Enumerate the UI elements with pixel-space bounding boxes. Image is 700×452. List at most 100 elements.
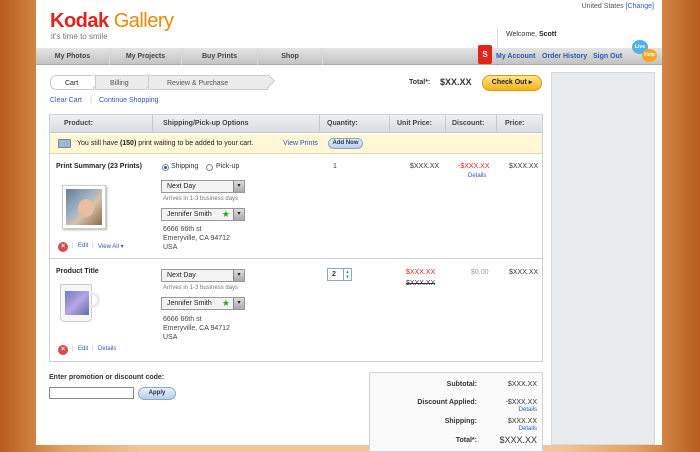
right-sidebar xyxy=(551,72,655,445)
shipping-speed-value: Next Day xyxy=(167,272,196,279)
shopping-badge-icon[interactable]: S xyxy=(478,45,492,64)
notice-text: You still have (150) print waiting to be… xyxy=(77,140,253,147)
subtotal-label: Subtotal: xyxy=(446,381,477,388)
col-discount: Discount: xyxy=(452,120,485,127)
mug-handle xyxy=(90,292,100,308)
mug-body xyxy=(60,284,92,322)
shipping-value: $XXX.XX xyxy=(507,418,537,425)
chevron-down-icon: ▾ xyxy=(233,298,244,309)
arrival-note: Arrives in 1-3 business days xyxy=(163,196,239,202)
address-line: USA xyxy=(163,334,178,341)
shipping-details-link[interactable]: Details xyxy=(485,426,537,432)
unit-price: $XXX.XX xyxy=(410,163,440,170)
shipping-speed-select[interactable]: Next Day ▾ xyxy=(161,180,245,193)
details-link[interactable]: Details xyxy=(98,346,116,352)
page: Kodak Gallery it's time to smile United … xyxy=(36,0,662,452)
col-quantity: Quantity: xyxy=(327,120,358,127)
subtotal-value: $XXX.XX xyxy=(507,381,537,388)
pickup-radio[interactable] xyxy=(206,164,213,171)
col-price: Price: xyxy=(505,120,525,127)
recipient-address: 6666 66th st Emeryville, CA 94712 USA xyxy=(163,225,230,252)
promo-label: Enter promotion or discount code: xyxy=(49,374,165,381)
order-history-link[interactable]: Order History xyxy=(542,48,587,65)
mug-thumbnail[interactable] xyxy=(60,284,100,322)
shipping-speed-select[interactable]: Next Day ▾ xyxy=(161,269,245,282)
total-value: $XX.XX xyxy=(440,77,472,87)
shipping-speed-value: Next Day xyxy=(167,183,196,190)
action-divider: | xyxy=(72,243,74,249)
add-now-button[interactable]: Add Now xyxy=(328,138,363,149)
step-review-label: Review & Purchase xyxy=(167,80,229,87)
clear-cart-link[interactable]: Clear Cart xyxy=(50,97,82,104)
unit-price: $XXX.XX xyxy=(406,269,436,276)
address-line: Emeryville, CA 94712 xyxy=(163,325,230,332)
edit-link[interactable]: Edit xyxy=(78,346,88,352)
print-thumbnail[interactable] xyxy=(62,185,106,229)
price-value: $XXX.XX xyxy=(509,269,539,276)
promo-code-input[interactable] xyxy=(49,387,134,399)
pickup-radio-label: Pick-up xyxy=(216,163,240,170)
tab-my-projects[interactable]: My Projects xyxy=(110,48,182,65)
summary-total-label: Total*: xyxy=(455,437,477,444)
address-line: 6666 66th st xyxy=(163,316,202,323)
sign-out-link[interactable]: Sign Out xyxy=(593,48,622,65)
tab-buy-prints[interactable]: Buy Prints xyxy=(182,48,258,65)
recipient-value: Jennifer Smith xyxy=(167,300,212,307)
country-change-link[interactable]: [Change] xyxy=(626,3,654,10)
apply-button[interactable]: Apply xyxy=(138,387,176,400)
action-divider: | xyxy=(92,243,94,249)
prints-waiting-notice: You still have (150) print waiting to be… xyxy=(50,134,542,154)
check-out-button[interactable]: Check Out ▸ xyxy=(482,75,542,91)
tab-my-photos[interactable]: My Photos xyxy=(36,48,110,65)
continue-shopping-link[interactable]: Continue Shopping xyxy=(99,97,159,104)
country-name: United States xyxy=(581,3,624,10)
table-row: Print Summary (23 Prints) × | Edit | Vie… xyxy=(50,155,542,259)
step-review[interactable]: Review & Purchase xyxy=(148,75,268,90)
total-label: Total*: xyxy=(409,79,431,86)
edit-link[interactable]: Edit xyxy=(78,243,88,249)
cart-table: Product: Shipping/Pick-up Options Quanti… xyxy=(49,114,543,362)
quantity-value: 2 xyxy=(332,271,336,278)
col-divider xyxy=(496,115,497,133)
shipping-label: Shipping: xyxy=(444,418,477,425)
chevron-down-icon: ▾ xyxy=(233,270,244,281)
table-row: Product Title × | Edit | Details Next Da… xyxy=(50,260,542,362)
live-help-icon[interactable]: Live Help xyxy=(632,40,658,62)
remove-icon[interactable]: × xyxy=(58,242,68,252)
remove-icon[interactable]: × xyxy=(58,345,68,355)
order-summary: Subtotal: $XXX.XX Discount Applied: -$XX… xyxy=(369,372,543,452)
view-prints-link[interactable]: View Prints xyxy=(283,140,318,147)
col-divider xyxy=(152,115,153,133)
view-all-link[interactable]: View All ▾ xyxy=(98,243,124,250)
stepper-arrows-icon[interactable]: ▲ ▼ xyxy=(343,269,351,280)
live-help-bubble-2: Help xyxy=(642,49,657,62)
step-billing[interactable]: Billing xyxy=(95,75,147,90)
mug-photo xyxy=(65,291,89,315)
product-title: Product Title xyxy=(56,268,99,275)
link-divider: | xyxy=(90,97,92,104)
col-unit-price: Unit Price: xyxy=(397,120,433,127)
arrival-note: Arrives in 1-3 business days xyxy=(163,285,239,291)
star-icon: ★ xyxy=(221,298,230,308)
my-account-link[interactable]: My Account xyxy=(496,48,535,65)
kodak-gallery-logo[interactable]: Kodak Gallery xyxy=(50,10,174,33)
step-cart[interactable]: Cart xyxy=(50,75,94,90)
recipient-address: 6666 66th st Emeryville, CA 94712 USA xyxy=(163,315,230,342)
user-name: Scott xyxy=(538,31,557,38)
col-product: Product: xyxy=(64,120,93,127)
quantity-stepper[interactable]: 2 ▲ ▼ xyxy=(327,268,352,281)
header: Kodak Gallery it's time to smile United … xyxy=(36,0,662,67)
product-title: Print Summary (23 Prints) xyxy=(56,163,142,170)
discount-details-link[interactable]: Details xyxy=(485,407,537,413)
prints-envelope-icon xyxy=(58,139,71,148)
tab-shop[interactable]: Shop xyxy=(258,48,323,65)
star-icon: ★ xyxy=(221,209,230,219)
shipping-radio[interactable] xyxy=(162,164,169,171)
discount-applied-value: -$XXX.XX xyxy=(505,399,537,406)
recipient-select[interactable]: Jennifer Smith ★ ▾ xyxy=(161,208,245,221)
recipient-select[interactable]: Jennifer Smith ★ ▾ xyxy=(161,297,245,310)
discount-details-link[interactable]: Details xyxy=(468,173,486,179)
logo-product: Gallery xyxy=(113,10,174,32)
welcome-prefix: Welcome, xyxy=(506,31,539,38)
unit-price-original: $XXX.XX xyxy=(406,280,436,287)
